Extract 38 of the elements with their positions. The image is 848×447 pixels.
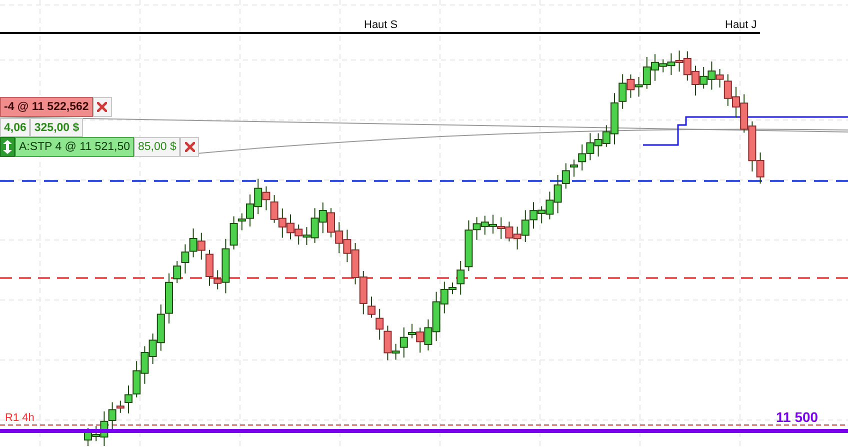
price-label: 11 500 <box>776 410 818 424</box>
candlestick <box>343 229 352 263</box>
candlestick <box>294 224 303 246</box>
candlestick <box>132 360 141 398</box>
candlestick <box>505 221 514 242</box>
candlestick <box>278 208 286 238</box>
position-profit: 325,00 $ <box>30 118 84 137</box>
candlestick <box>683 50 692 82</box>
close-icon <box>184 142 195 152</box>
candlestick <box>497 216 506 240</box>
drag-handle[interactable] <box>0 137 15 157</box>
candlestick <box>700 66 708 90</box>
candlestick <box>318 202 327 234</box>
candlestick <box>140 346 149 384</box>
position-points: 4,06 <box>0 118 30 137</box>
close-icon <box>97 102 108 112</box>
cancel-order-button[interactable] <box>180 137 200 157</box>
candlestick <box>270 194 278 224</box>
order-label[interactable]: A:STP 4 @ 11 521,50 <box>15 137 134 157</box>
candlestick <box>189 228 198 258</box>
candlestick <box>594 132 602 158</box>
order-label[interactable]: -4 @ 11 522,562 <box>0 97 93 117</box>
candlestick <box>513 226 522 250</box>
up-down-arrow-icon <box>3 140 12 154</box>
candlestick <box>181 244 190 274</box>
candlestick <box>675 50 684 72</box>
pivot-label: R1 4h <box>5 413 34 424</box>
candlestick <box>586 132 594 161</box>
candlestick <box>521 210 530 242</box>
high-label: Haut J <box>725 20 757 31</box>
candlestick <box>740 94 748 134</box>
order-amount: 85,00 $ <box>134 137 180 157</box>
candlestick <box>480 215 489 236</box>
cancel-order-button[interactable] <box>92 97 112 117</box>
candlestick <box>335 222 344 254</box>
candlestick <box>351 242 360 285</box>
high-label: Haut S <box>364 20 398 31</box>
candlestick <box>197 232 206 260</box>
